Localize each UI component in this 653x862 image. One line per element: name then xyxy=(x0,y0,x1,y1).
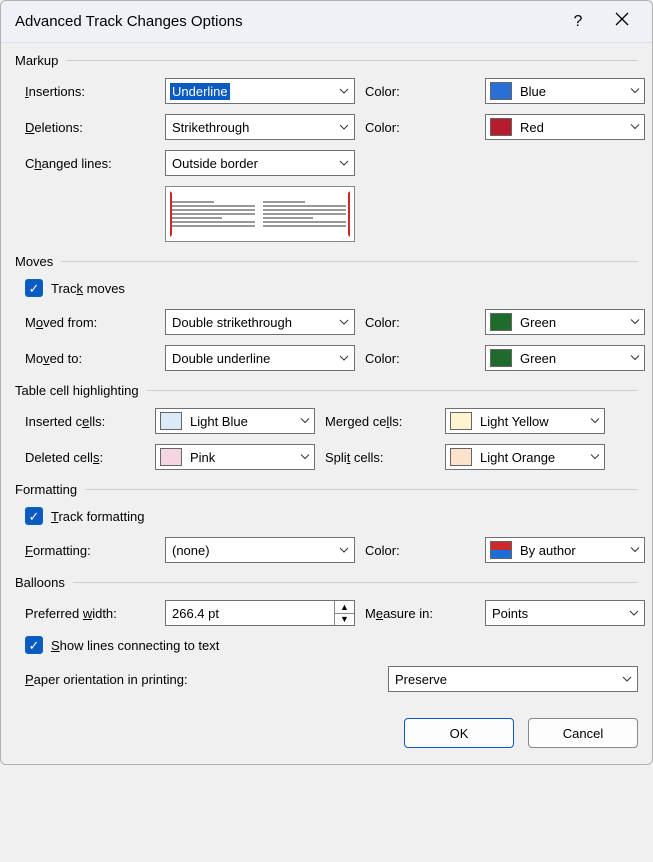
deletions-color-label: Color: xyxy=(365,120,475,135)
chevron-down-icon xyxy=(630,543,640,558)
deleted-cells-label: Deleted cells: xyxy=(25,450,145,465)
group-title-balloons: Balloons xyxy=(15,575,65,590)
chevron-down-icon xyxy=(300,450,310,465)
moved-from-combo[interactable]: Double strikethrough xyxy=(165,309,355,335)
formatting-color-combo[interactable]: By author xyxy=(485,537,645,563)
group-title-formatting: Formatting xyxy=(15,482,77,497)
checkmark-icon: ✓ xyxy=(29,639,40,652)
deleted-cells-combo[interactable]: Pink xyxy=(155,444,315,470)
track-moves-checkbox[interactable]: ✓ xyxy=(25,279,43,297)
deletions-label: Deletions: xyxy=(25,120,155,135)
track-moves-label: Track moves xyxy=(51,281,125,296)
show-lines-checkbox[interactable]: ✓ xyxy=(25,636,43,654)
group-title-table-cells: Table cell highlighting xyxy=(15,383,139,398)
spinner-up-button[interactable]: ▲ xyxy=(335,601,354,614)
merged-cells-combo[interactable]: Light Yellow xyxy=(445,408,605,434)
chevron-down-icon xyxy=(338,317,350,327)
preferred-width-spinner[interactable]: 266.4 pt ▲ ▼ xyxy=(165,600,355,626)
chevron-down-icon xyxy=(630,351,640,366)
titlebar: Advanced Track Changes Options ? xyxy=(1,1,652,43)
paper-orientation-label: Paper orientation in printing: xyxy=(25,672,368,687)
color-swatch-icon xyxy=(490,349,512,367)
insertions-color-label: Color: xyxy=(365,84,475,99)
split-cells-label: Split cells: xyxy=(325,450,435,465)
show-lines-label: Show lines connecting to text xyxy=(51,638,219,653)
track-formatting-label: Track formatting xyxy=(51,509,144,524)
chevron-down-icon xyxy=(300,414,310,429)
split-cells-combo[interactable]: Light Orange xyxy=(445,444,605,470)
checkmark-icon: ✓ xyxy=(29,510,40,523)
color-swatch-icon xyxy=(160,412,182,430)
chevron-down-icon xyxy=(628,608,640,618)
chevron-down-icon xyxy=(338,353,350,363)
group-formatting: Formatting ✓ Track formatting Formatting… xyxy=(15,482,638,563)
chevron-down-icon xyxy=(338,158,350,168)
dialog-title: Advanced Track Changes Options xyxy=(15,13,243,30)
changed-lines-label: Changed lines: xyxy=(25,156,155,171)
chevron-down-icon xyxy=(630,84,640,99)
chevron-down-icon xyxy=(338,86,350,96)
dialog: Advanced Track Changes Options ? Markup … xyxy=(0,0,653,765)
group-title-markup: Markup xyxy=(15,53,58,68)
chevron-down-icon xyxy=(630,315,640,330)
help-icon: ? xyxy=(574,13,583,31)
color-swatch-icon xyxy=(160,448,182,466)
help-button[interactable]: ? xyxy=(556,1,600,43)
deletions-combo[interactable]: Strikethrough xyxy=(165,114,355,140)
chevron-down-icon xyxy=(590,414,600,429)
moved-from-color-combo[interactable]: Green xyxy=(485,309,645,335)
moved-from-color-label: Color: xyxy=(365,315,475,330)
chevron-down-icon xyxy=(630,120,640,135)
checkmark-icon: ✓ xyxy=(29,282,40,295)
formatting-combo[interactable]: (none) xyxy=(165,537,355,563)
color-swatch-icon xyxy=(490,118,512,136)
merged-cells-label: Merged cells: xyxy=(325,414,435,429)
changed-lines-combo[interactable]: Outside border xyxy=(165,150,355,176)
chevron-down-icon xyxy=(590,450,600,465)
group-table-cells: Table cell highlighting Inserted cells: … xyxy=(15,383,638,470)
preferred-width-label: Preferred width: xyxy=(25,606,155,621)
measure-in-label: Measure in: xyxy=(365,606,475,621)
track-formatting-checkbox[interactable]: ✓ xyxy=(25,507,43,525)
insertions-color-combo[interactable]: Blue xyxy=(485,78,645,104)
color-swatch-icon xyxy=(490,82,512,100)
color-swatch-icon xyxy=(490,313,512,331)
close-icon xyxy=(615,12,629,31)
chevron-down-icon xyxy=(621,674,633,684)
group-balloons: Balloons Preferred width: 266.4 pt ▲ ▼ M… xyxy=(15,575,638,692)
dialog-footer: OK Cancel xyxy=(1,704,652,764)
measure-in-combo[interactable]: Points xyxy=(485,600,645,626)
cancel-button[interactable]: Cancel xyxy=(528,718,638,748)
group-moves: Moves ✓ Track moves Moved from: Double s… xyxy=(15,254,638,371)
moved-to-color-label: Color: xyxy=(365,351,475,366)
close-button[interactable] xyxy=(600,1,644,43)
changed-lines-preview xyxy=(165,186,355,242)
inserted-cells-label: Inserted cells: xyxy=(25,414,145,429)
formatting-color-label: Color: xyxy=(365,543,475,558)
group-title-moves: Moves xyxy=(15,254,53,269)
deletions-color-combo[interactable]: Red xyxy=(485,114,645,140)
inserted-cells-combo[interactable]: Light Blue xyxy=(155,408,315,434)
chevron-down-icon xyxy=(338,122,350,132)
spinner-down-button[interactable]: ▼ xyxy=(335,614,354,626)
moved-to-label: Moved to: xyxy=(25,351,155,366)
color-swatch-icon xyxy=(450,412,472,430)
moved-to-combo[interactable]: Double underline xyxy=(165,345,355,371)
chevron-down-icon xyxy=(338,545,350,555)
formatting-label: Formatting: xyxy=(25,543,155,558)
insertions-label: Insertions: xyxy=(25,84,155,99)
paper-orientation-combo[interactable]: Preserve xyxy=(388,666,638,692)
insertions-combo[interactable]: Underline xyxy=(165,78,355,104)
group-markup: Markup Insertions: Underline Color: Blue xyxy=(15,53,638,242)
ok-button[interactable]: OK xyxy=(404,718,514,748)
moved-from-label: Moved from: xyxy=(25,315,155,330)
moved-to-color-combo[interactable]: Green xyxy=(485,345,645,371)
byauthor-swatch-icon xyxy=(490,541,512,559)
color-swatch-icon xyxy=(450,448,472,466)
